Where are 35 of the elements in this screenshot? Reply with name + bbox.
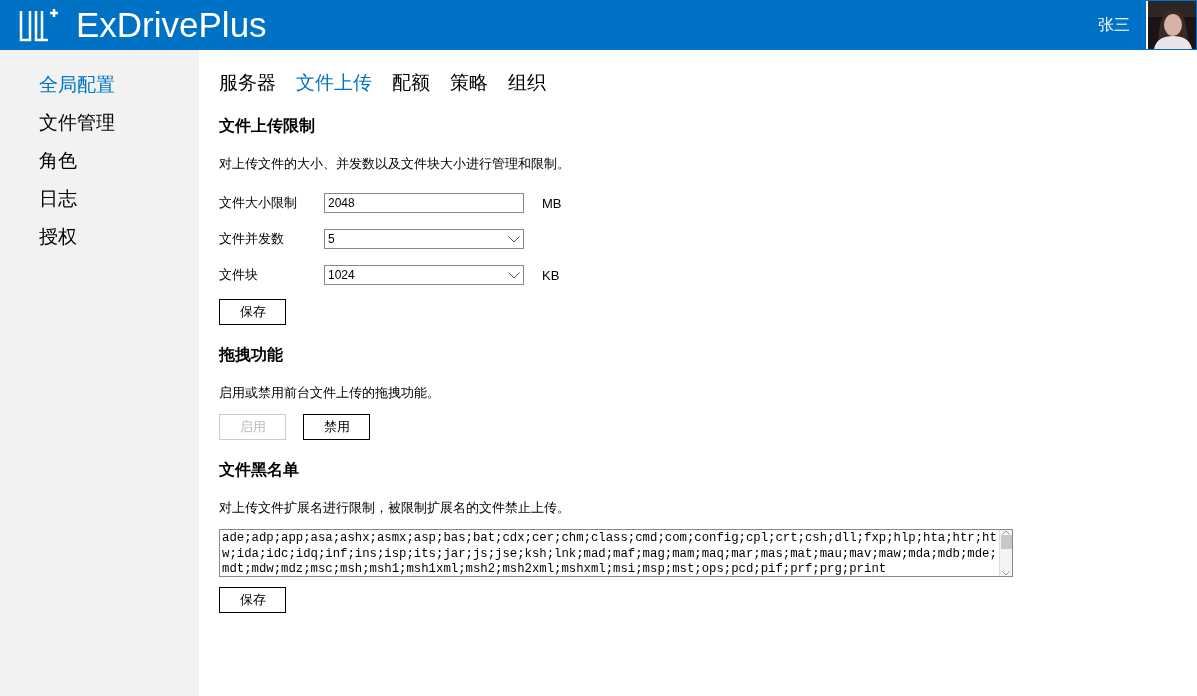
field-label: 文件块 <box>219 266 259 284</box>
description: 对上传文件扩展名进行限制，被限制扩展名的文件禁止上传。 <box>219 499 571 517</box>
app-name: ExDrivePlus <box>76 5 268 45</box>
description: 对上传文件的大小、并发数以及文件块大小进行管理和限制。 <box>219 155 571 173</box>
sidebar-item[interactable]: 全局配置 <box>0 68 199 106</box>
sidebar-item[interactable]: 文件管理 <box>0 106 199 144</box>
tab[interactable]: 配额 <box>392 70 430 96</box>
field-label: 文件并发数 <box>219 230 285 248</box>
unit-label: KB <box>542 267 560 283</box>
field-label: 文件大小限制 <box>219 194 298 212</box>
section-title: 文件上传限制 <box>219 116 316 137</box>
sidebar-item[interactable]: 日志 <box>0 182 199 220</box>
dropdown[interactable]: 5 <box>324 229 524 249</box>
description: 启用或禁用前台文件上传的拖拽功能。 <box>219 384 441 402</box>
tab[interactable]: 策略 <box>450 70 488 96</box>
chevron-down-icon <box>508 235 520 243</box>
scroll-down-icon[interactable] <box>1002 571 1010 576</box>
sidebar-item[interactable]: 角色 <box>0 144 199 182</box>
sidebar-item[interactable]: 授权 <box>0 220 199 258</box>
scroll-up-icon[interactable] <box>1002 530 1010 535</box>
user-name[interactable]: 张三 <box>1098 14 1130 36</box>
unit-label: MB <box>542 195 562 211</box>
section-title: 拖拽功能 <box>219 345 284 366</box>
input-field[interactable]: 2048 <box>324 193 524 213</box>
chevron-down-icon <box>508 271 520 279</box>
tab[interactable]: 文件上传 <box>296 70 372 96</box>
button[interactable]: 保存 <box>219 299 286 325</box>
button[interactable]: 保存 <box>219 587 286 613</box>
text-area[interactable]: ade;adp;app;asa;ashx;asmx;asp;bas;bat;cdx;cer;chm;class;cmd;com;config;cpl;crt;csh;dll;fxp;hlp;hta;htr;htw;ida;idc;idq;inf;ins;isp;its;jar;js;jse;ksh;lnk;mad;maf;mag;mam;maq;mar;mas;mat;mau;mav;maw;mda;mdb;mde;mdt;mdw;mdz;msc;msh;msh1;msh1xml;msh2;msh2xml;mshxml;msi;msp;mst;ops;pcd;pif;prf;prg;print <box>219 529 1013 577</box>
button[interactable]: 禁用 <box>303 414 370 440</box>
scrollbar-thumb[interactable] <box>1000 535 1012 549</box>
section-title: 文件黑名单 <box>219 460 300 481</box>
tab[interactable]: 服务器 <box>219 70 276 96</box>
tab[interactable]: 组织 <box>508 70 546 96</box>
dropdown[interactable]: 1024 <box>324 265 524 285</box>
